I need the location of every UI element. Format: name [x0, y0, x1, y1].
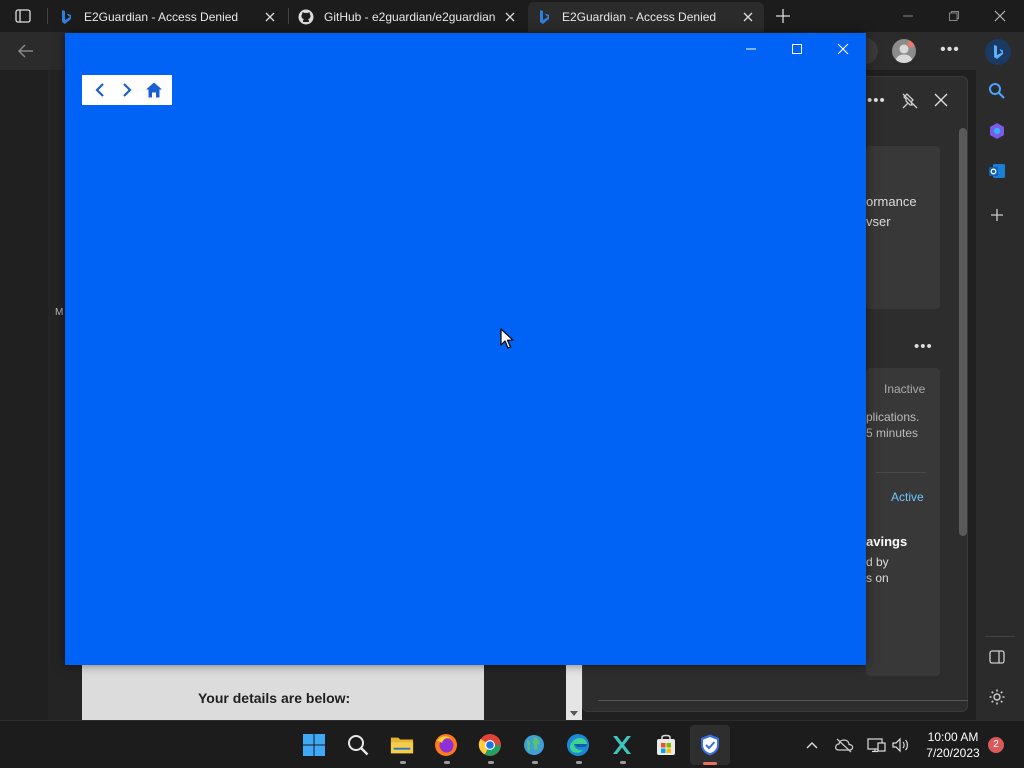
nav-forward-button[interactable]: [116, 79, 138, 101]
search-icon[interactable]: [346, 733, 370, 757]
chrome-icon[interactable]: [478, 733, 502, 757]
shield-app-icon[interactable]: [698, 733, 722, 757]
network-globe-icon[interactable]: [522, 733, 546, 757]
browser-tab-strip: E2Guardian - Access Denied GitHub - e2gu…: [0, 0, 1024, 32]
browser-restore-button[interactable]: [944, 6, 964, 26]
firefox-icon[interactable]: [434, 733, 458, 757]
taskbar-clock[interactable]: 10:00 AM 7/20/2023: [918, 729, 988, 761]
panel-bottom-divider: [598, 700, 968, 712]
browser-close-button[interactable]: [990, 6, 1010, 26]
tab-title: GitHub - e2guardian/e2guardian: [324, 10, 496, 24]
new-tab-button[interactable]: [774, 7, 792, 25]
tab-e2guardian-active[interactable]: E2Guardian - Access Denied: [528, 2, 764, 32]
details-card: Your details are below:: [82, 664, 484, 720]
more-options-icon[interactable]: •••: [938, 41, 962, 61]
home-icon[interactable]: [143, 79, 165, 101]
tab-github[interactable]: GitHub - e2guardian/e2guardian: [290, 2, 526, 32]
background-side-label: M: [55, 307, 64, 318]
start-icon[interactable]: [302, 733, 326, 757]
status-active: Active: [891, 490, 924, 504]
inactive-desc-line1: plications.: [866, 410, 920, 424]
back-arrow-icon[interactable]: [16, 41, 36, 61]
card-text-line2: vser: [866, 214, 891, 229]
status-inactive: Inactive: [884, 382, 926, 396]
notification-badge[interactable]: 2: [988, 737, 1004, 753]
app-maximize-button[interactable]: [787, 41, 807, 57]
nav-back-button[interactable]: [89, 79, 111, 101]
settings-gear-icon[interactable]: [986, 686, 1008, 708]
profile-avatar[interactable]: [892, 39, 916, 63]
split-screen-icon[interactable]: [986, 646, 1008, 668]
panel-close-icon[interactable]: [933, 92, 951, 110]
network-icon[interactable]: [866, 735, 886, 755]
background-page-left: [0, 70, 48, 720]
page-scrollbar[interactable]: [566, 664, 582, 720]
unpin-icon[interactable]: [901, 92, 919, 110]
active-app-indicator: [703, 762, 717, 765]
section-more-options-icon[interactable]: •••: [914, 338, 933, 355]
close-tab-icon[interactable]: [262, 9, 278, 25]
file-explorer-icon[interactable]: [390, 733, 414, 757]
volume-icon[interactable]: [890, 735, 910, 755]
clock-time: 10:00 AM: [927, 730, 979, 744]
navigation-controls: [82, 75, 172, 105]
chevron-up-icon[interactable]: [802, 735, 822, 755]
panel-scrollbar[interactable]: [959, 128, 967, 536]
savings-title: avings: [866, 534, 908, 549]
edge-icon[interactable]: [566, 733, 590, 757]
details-heading: Your details are below:: [198, 690, 351, 706]
mouse-cursor-icon: [500, 328, 514, 350]
copilot-icon[interactable]: [986, 120, 1008, 142]
clock-date: 7/20/2023: [926, 746, 980, 760]
cloud-offline-icon[interactable]: [834, 735, 854, 755]
tab-title: E2Guardian - Access Denied: [562, 10, 717, 24]
savings-line2: s on: [866, 571, 889, 585]
edge-sidebar: [976, 32, 1024, 720]
app-minimize-button[interactable]: [741, 41, 761, 57]
savings-line1: d by: [866, 555, 889, 569]
add-icon[interactable]: [986, 204, 1008, 226]
app-close-button[interactable]: [833, 41, 853, 57]
browser-minimize-button[interactable]: [898, 6, 918, 26]
bing-icon: [58, 9, 74, 25]
store-icon[interactable]: [654, 733, 678, 757]
bing-icon: [536, 9, 552, 25]
tab-actions-icon[interactable]: [14, 8, 32, 24]
panel-more-options-icon[interactable]: •••: [867, 92, 886, 109]
app-window: [65, 33, 866, 665]
close-tab-icon[interactable]: [740, 9, 756, 25]
tab-e2guardian-1[interactable]: E2Guardian - Access Denied: [50, 2, 286, 32]
close-tab-icon[interactable]: [502, 9, 518, 25]
bing-chat-icon[interactable]: [984, 38, 1012, 66]
tab-title: E2Guardian - Access Denied: [84, 10, 239, 24]
xcode-like-icon[interactable]: [610, 733, 634, 757]
card-text-line1: ormance: [866, 194, 917, 209]
search-icon[interactable]: [986, 80, 1008, 102]
taskbar: 10:00 AM 7/20/2023 2: [0, 720, 1024, 768]
inactive-desc-line2: 5 minutes: [866, 426, 919, 440]
outlook-icon[interactable]: [986, 160, 1008, 182]
github-icon: [298, 9, 314, 25]
